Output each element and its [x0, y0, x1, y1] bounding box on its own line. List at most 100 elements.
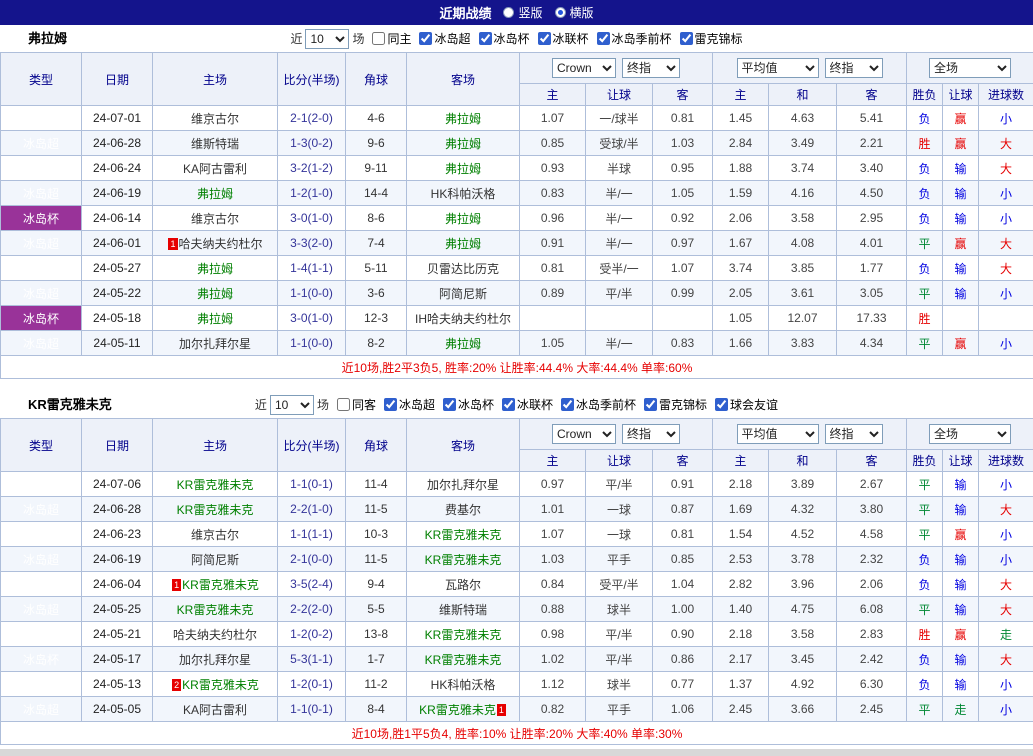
- filter-checkbox[interactable]: [715, 398, 728, 411]
- competition-filter[interactable]: 冰岛杯: [479, 30, 530, 47]
- match-row: 冰岛超24-06-19阿简尼斯2-1(0-0)11-5KR雷克雅未克1.03平手…: [1, 547, 1033, 572]
- odds-away-cell: 1.04: [653, 572, 713, 597]
- filter-checkbox[interactable]: [561, 398, 574, 411]
- competition-filter[interactable]: 冰岛超: [419, 30, 470, 47]
- average-select[interactable]: 平均值: [737, 58, 819, 78]
- competition-filter[interactable]: 雷克锦标: [644, 396, 707, 413]
- result-winloss-cell: 平: [907, 472, 943, 497]
- filter-checkbox[interactable]: [372, 32, 385, 45]
- scope-select[interactable]: 全场: [929, 58, 1011, 78]
- team-label: 弗拉姆: [445, 337, 481, 351]
- competition-filter[interactable]: 冰岛季前杯: [561, 396, 636, 413]
- odds-type-select[interactable]: 终指: [622, 58, 680, 78]
- competition-filter[interactable]: 冰岛杯: [443, 396, 494, 413]
- filter-checkbox[interactable]: [443, 398, 456, 411]
- avg-odds-type-select[interactable]: 终指: [825, 424, 883, 444]
- avg-draw-cell: 4.16: [769, 181, 837, 206]
- away-team-cell: 弗拉姆: [407, 331, 520, 356]
- scope-select[interactable]: 全场: [929, 424, 1011, 444]
- team-label: 阿简尼斯: [191, 553, 239, 567]
- avg-home-cell: 1.05: [713, 306, 769, 331]
- competition-filter[interactable]: 同客: [337, 396, 376, 413]
- avg-draw-cell: 3.45: [769, 647, 837, 672]
- avg-draw-cell: 3.78: [769, 547, 837, 572]
- home-team-cell: 维京古尔: [153, 206, 278, 231]
- result-handicap-cell: 赢: [943, 622, 979, 647]
- result-goals-cell: 大: [979, 156, 1033, 181]
- away-team-cell: 费基尔: [407, 497, 520, 522]
- filter-checkbox[interactable]: [479, 32, 492, 45]
- filter-checkbox[interactable]: [644, 398, 657, 411]
- avg-odds-type-select[interactable]: 终指: [825, 58, 883, 78]
- score-cell: 1-4(1-1): [278, 256, 346, 281]
- competition-filter[interactable]: 冰联杯: [502, 396, 553, 413]
- team-label: KA阿古雷利: [183, 703, 247, 717]
- score-cell: 1-2(1-0): [278, 181, 346, 206]
- avg-draw-cell: 4.63: [769, 106, 837, 131]
- avg-home-cell: 1.45: [713, 106, 769, 131]
- result-goals-cell: 小: [979, 547, 1033, 572]
- competition-filter[interactable]: 冰岛季前杯: [597, 30, 672, 47]
- bookmaker-select[interactable]: Crown: [552, 58, 616, 78]
- match-row: 冰岛超24-06-041KR雷克雅未克3-5(2-4)9-4瓦路尔0.84受平/…: [1, 572, 1033, 597]
- odds-home-cell: 0.97: [520, 472, 586, 497]
- team-section-kr: KR雷克雅未克 近10场同客冰岛超冰岛杯冰联杯冰岛季前杯雷克锦标球会友谊 类型 …: [0, 391, 1033, 745]
- red-card-badge: 1: [168, 238, 177, 250]
- odds-selects-cell: Crown 终指: [520, 419, 713, 450]
- corner-cell: 12-3: [346, 306, 407, 331]
- filter-checkbox[interactable]: [502, 398, 515, 411]
- recent-count-select[interactable]: 10: [270, 395, 314, 415]
- odds-home-cell: 0.96: [520, 206, 586, 231]
- match-row: 冰岛超24-06-24KA阿古雷利3-2(1-2)9-11弗拉姆0.93半球0.…: [1, 156, 1033, 181]
- team-label: KR雷克雅未克: [177, 603, 254, 617]
- filter-checkbox[interactable]: [384, 398, 397, 411]
- odds-away-cell: 0.92: [653, 206, 713, 231]
- competition-filter[interactable]: 冰联杯: [538, 30, 589, 47]
- odds-type-select[interactable]: 终指: [622, 424, 680, 444]
- result-goals-cell: 大: [979, 231, 1033, 256]
- competition-cell: 冰岛超: [1, 256, 82, 281]
- competition-filter[interactable]: 同主: [372, 30, 411, 47]
- filter-checkbox[interactable]: [538, 32, 551, 45]
- layout-radio-horizontal[interactable]: 横版: [555, 4, 594, 21]
- competition-filter[interactable]: 雷克锦标: [680, 30, 743, 47]
- filter-checkbox[interactable]: [419, 32, 432, 45]
- result-handicap-cell: 输: [943, 647, 979, 672]
- filter-checkbox[interactable]: [597, 32, 610, 45]
- col-odds-handicap: 让球: [586, 450, 653, 472]
- competition-filter[interactable]: 球会友谊: [715, 396, 778, 413]
- odds-home-cell: 1.02: [520, 647, 586, 672]
- date-cell: 24-06-19: [82, 181, 153, 206]
- filter-checkbox[interactable]: [680, 32, 693, 45]
- col-odds-away: 客: [653, 450, 713, 472]
- filter-checkbox[interactable]: [337, 398, 350, 411]
- bookmaker-select[interactable]: Crown: [552, 424, 616, 444]
- avg-home-cell: 2.17: [713, 647, 769, 672]
- score-cell: 1-1(0-0): [278, 331, 346, 356]
- odds-home-cell: 0.93: [520, 156, 586, 181]
- match-row: 冰岛超24-05-132KR雷克雅未克1-2(0-1)11-2HK科帕沃格1.1…: [1, 672, 1033, 697]
- team-label: KR雷克雅未克: [425, 628, 502, 642]
- avg-draw-cell: 4.92: [769, 672, 837, 697]
- col-avg-away: 客: [837, 84, 907, 106]
- score-cell: 1-1(0-0): [278, 281, 346, 306]
- match-row: 冰岛超24-05-22弗拉姆1-1(0-0)3-6阿简尼斯0.89平/半0.99…: [1, 281, 1033, 306]
- date-cell: 24-05-05: [82, 697, 153, 722]
- competition-filter[interactable]: 冰岛超: [384, 396, 435, 413]
- recent-count-select[interactable]: 10: [305, 29, 349, 49]
- home-team-cell: 维京古尔: [153, 522, 278, 547]
- odds-home-cell: 1.07: [520, 522, 586, 547]
- page-title: 近期战绩: [439, 3, 491, 22]
- corner-cell: 13-8: [346, 622, 407, 647]
- average-select[interactable]: 平均值: [737, 424, 819, 444]
- team-label: KR雷克雅未克: [419, 703, 496, 717]
- team-label: 弗拉姆: [445, 237, 481, 251]
- radio-icon: [503, 7, 514, 18]
- col-odds-handicap: 让球: [586, 84, 653, 106]
- result-handicap-cell: 输: [943, 181, 979, 206]
- team-label: 哈夫纳夫约杜尔: [179, 237, 263, 251]
- summary-line: 近10场,胜2平3负5, 胜率:20% 让胜率:44.4% 大率:44.4% 单…: [1, 356, 1033, 379]
- layout-radio-vertical[interactable]: 竖版: [503, 4, 542, 21]
- home-team-cell: KR雷克雅未克: [153, 497, 278, 522]
- home-team-cell: 阿简尼斯: [153, 547, 278, 572]
